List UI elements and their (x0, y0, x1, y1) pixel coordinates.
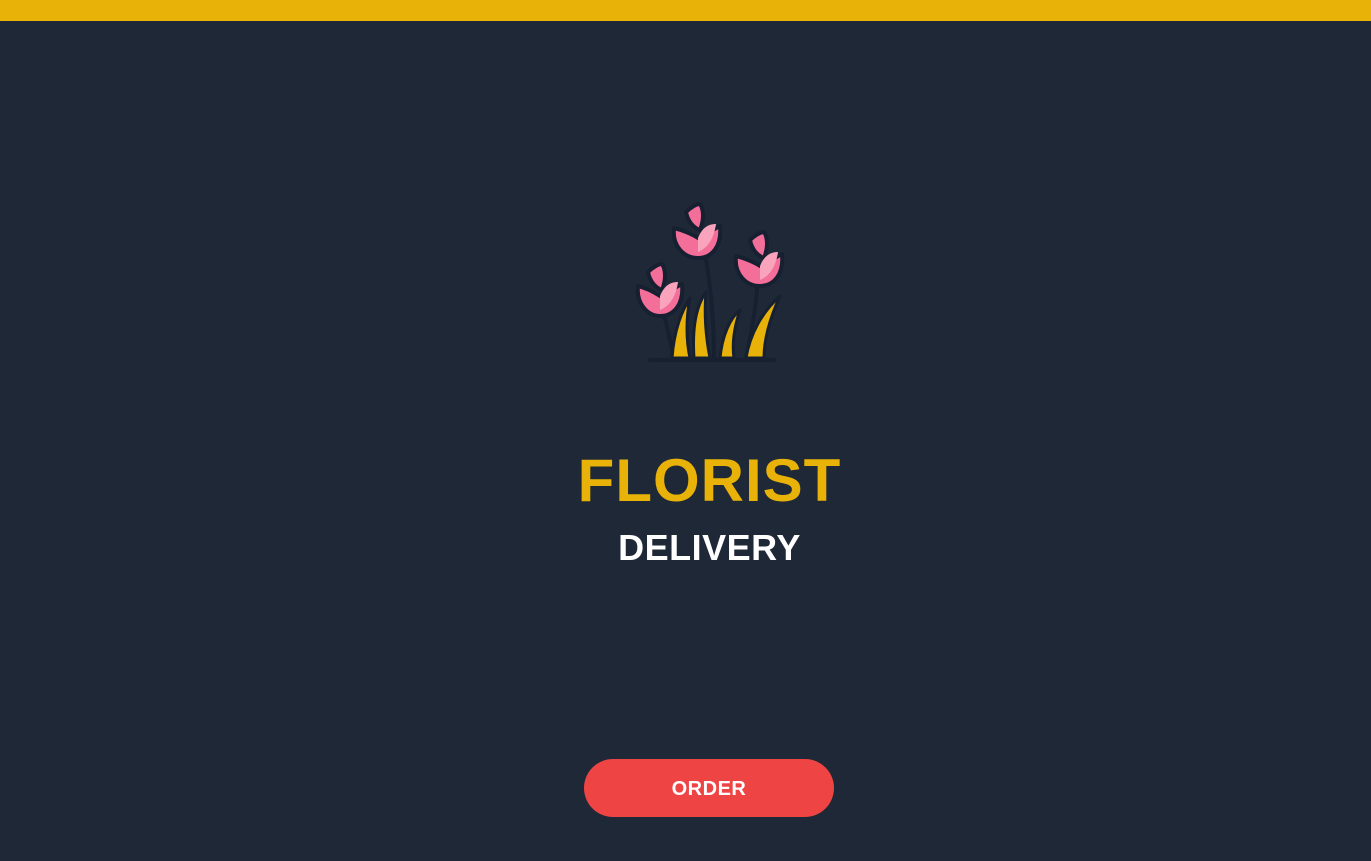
tulips-icon (630, 200, 792, 366)
brand-title: FLORIST (577, 447, 842, 514)
order-button[interactable]: ORDER (584, 759, 834, 817)
top-accent-bar (0, 0, 1371, 21)
brand-subtitle: DELIVERY (618, 527, 801, 568)
splash-screen (0, 21, 1371, 861)
